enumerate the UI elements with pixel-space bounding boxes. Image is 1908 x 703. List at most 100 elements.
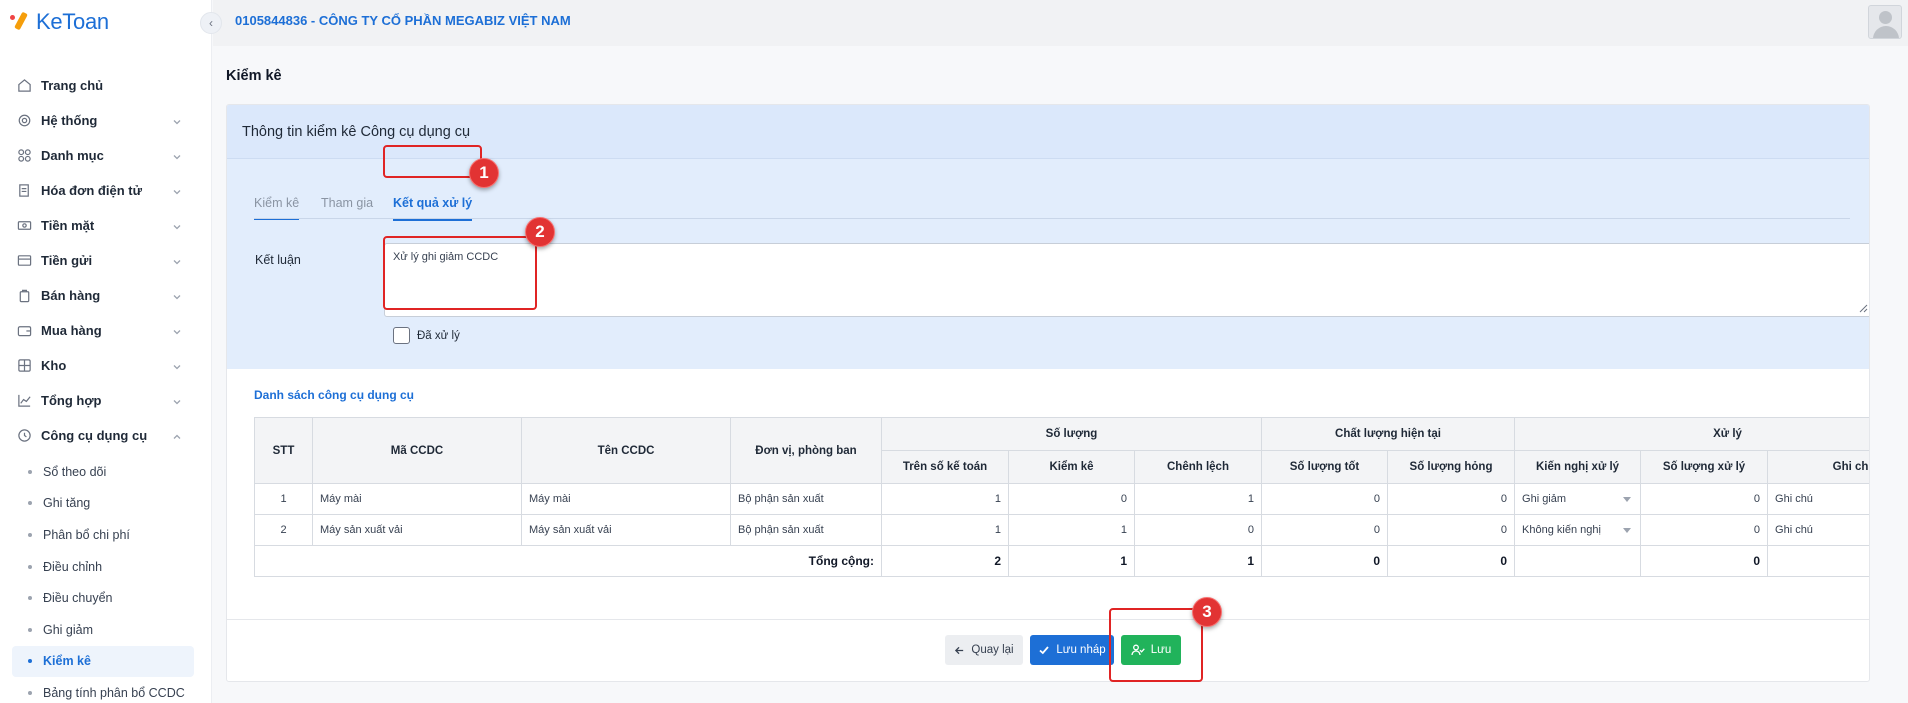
cell-so-luong-hong-input[interactable]: 0 [1386,514,1516,546]
col-ghi-chu: Ghi chú [1767,450,1869,484]
bullet-icon [28,690,32,695]
tab-kiem-ke[interactable]: Kiểm kê [254,196,300,220]
arrow-left-icon [954,645,965,656]
sidebar-item-tong-hop[interactable]: Tổng hợp [0,383,212,418]
bag-icon [16,288,32,304]
sidebar-item-label: Tiền mặt [41,218,95,233]
sidebar-item-tien-gui[interactable]: Tiền gửi [0,243,212,278]
cell-kien-nghi-select[interactable]: Ghi giảm [1514,483,1642,515]
ketluan-textarea[interactable]: Xử lý ghi giảm CCDC [384,243,1869,317]
sidebar-subitem[interactable]: Ghi giảm [0,614,212,646]
chevron-down-icon [172,115,182,125]
sidebar: KeToan Trang chủ Hệ thống Danh mục Hóa đ… [0,0,212,703]
cell-so-luong-xu-ly-input[interactable]: 0 [1640,483,1769,515]
sidebar-item-danh-muc[interactable]: Danh mục [0,138,212,173]
sidebar-item-he-thong[interactable]: Hệ thống [0,103,212,138]
cell-kien-nghi-select[interactable]: Không kiến nghị [1514,514,1642,546]
list-title: Danh sách công cụ dụng cụ [254,388,415,402]
cell-ten-ccdc: Máy mài [521,483,731,515]
col-tren-so: Trên số kế toán [881,450,1009,484]
total-tot: 0 [1261,545,1388,577]
chevron-down-icon [172,185,182,195]
grid-icon [16,148,32,164]
cell-so-luong-tot-input[interactable]: 0 [1261,514,1388,546]
inventory-card: Thông tin kiểm kê Công cụ dụng cụ Kiểm k… [226,104,1870,682]
chevron-down-icon [172,325,182,335]
save-button[interactable]: Lưu [1121,635,1181,665]
colgroup-chat-luong: Chất lượng hiện tại [1260,417,1516,451]
sidebar-item-ban-hang[interactable]: Bán hàng [0,278,212,313]
cell-so-luong-hong-input[interactable]: 0 [1386,483,1516,515]
card-icon [16,253,32,269]
card-title: Thông tin kiểm kê Công cụ dụng cụ [242,124,471,140]
cell-ma-ccdc: Máy sản xuất vải [312,514,522,546]
sidebar-item-hoa-don[interactable]: Hóa đơn điện tử [0,173,212,208]
tab-ket-qua-xu-ly[interactable]: Kết quả xử lý [393,196,473,221]
cell-tren-so: 1 [881,514,1009,546]
tools-icon [16,428,32,444]
chevron-down-icon [172,395,182,405]
processed-checkbox-row[interactable]: Đã xử lý [393,327,460,344]
cell-kiem-ke-input[interactable]: 0 [1008,483,1135,515]
sidebar-item-label: Mua hàng [41,323,102,338]
chart-icon [16,393,32,409]
logo-text: KeToan [36,9,109,34]
kien-nghi-value: Không kiến nghị [1522,524,1601,536]
app-logo[interactable]: KeToan [10,8,109,36]
sidebar-subitem[interactable]: Điều chỉnh [0,551,212,583]
sidebar-item-tien-mat[interactable]: Tiền mặt [0,208,212,243]
sidebar-subitem-label: Điều chuyển [43,591,113,606]
result-form: Kiểm kê Tham gia Kết quả xử lý Kết luận … [227,159,1869,369]
bullet-icon [28,501,32,506]
home-icon [16,78,32,94]
sidebar-item-trang-chu[interactable]: Trang chủ [0,68,212,103]
sidebar-subitem[interactable]: Sổ theo dõi [0,456,212,488]
cell-kiem-ke-input[interactable]: 1 [1008,514,1135,546]
ketluan-label: Kết luận [255,253,301,267]
sidebar-item-cong-cu-dung-cu[interactable]: Công cụ dụng cụ [0,418,212,453]
sidebar-subitem-active[interactable]: Kiểm kê [12,645,194,678]
processed-checkbox[interactable] [393,327,410,344]
save-draft-button[interactable]: Lưu nháp [1030,635,1114,665]
company-name[interactable]: 0105844836 - CÔNG TY CỔ PHẦN MEGABIZ VIỆ… [235,13,571,28]
sidebar-subitem[interactable]: Phân bổ chi phí [0,519,212,551]
chevron-down-icon [172,290,182,300]
cell-ten-ccdc: Máy sản xuất vải [521,514,731,546]
logo-mark-icon [10,11,32,33]
bullet-icon [28,564,32,569]
sidebar-item-kho[interactable]: Kho [0,348,212,383]
sidebar-item-mua-hang[interactable]: Mua hàng [0,313,212,348]
chevron-down-icon [172,360,182,370]
sidebar-subitem-label: Phân bổ chi phí [43,527,130,542]
col-kien-nghi: Kiến nghị xử lý [1514,450,1642,484]
colgroup-xu-ly: Xử lý [1514,417,1869,451]
footer-divider [227,619,1869,620]
cell-ghi-chu-input[interactable]: Ghi chú [1767,514,1869,546]
sidebar-item-label: Danh mục [41,148,104,163]
sidebar-collapse-button[interactable]: ‹ [200,12,222,34]
cell-so-luong-xu-ly-input[interactable]: 0 [1640,514,1769,546]
cell-stt: 2 [254,514,313,546]
chevron-down-icon [172,150,182,160]
sidebar-item-label: Bán hàng [41,288,101,303]
sidebar-subitem-label: Bảng tính phân bổ CCDC [43,685,185,700]
col-chenh-lech: Chênh lệch [1134,450,1262,484]
sidebar-item-label: Tiền gửi [41,253,93,268]
cell-chenh-lech: 0 [1134,514,1262,546]
avatar-body-icon [1873,26,1899,38]
kien-nghi-value: Ghi giảm [1522,493,1567,505]
total-empty [1514,545,1642,577]
avatar[interactable] [1868,5,1902,39]
back-button[interactable]: Quay lại [945,635,1023,665]
annotation-badge-3: 3 [1192,597,1222,627]
tab-tham-gia[interactable]: Tham gia [321,196,373,219]
sidebar-subitem[interactable]: Ghi tăng [0,488,212,520]
cell-ghi-chu-input[interactable]: Ghi chú [1767,483,1869,515]
colgroup-so-luong: Số lượng [881,417,1262,451]
cell-so-luong-tot-input[interactable]: 0 [1261,483,1388,515]
total-label: Tổng cộng: [254,545,882,577]
sidebar-subitem[interactable]: Bảng tính phân bổ CCDC [0,677,212,703]
resize-handle-icon[interactable] [1859,304,1868,313]
sidebar-subitem[interactable]: Điều chuyển [0,582,212,614]
sidebar-item-label: Hệ thống [41,113,98,128]
